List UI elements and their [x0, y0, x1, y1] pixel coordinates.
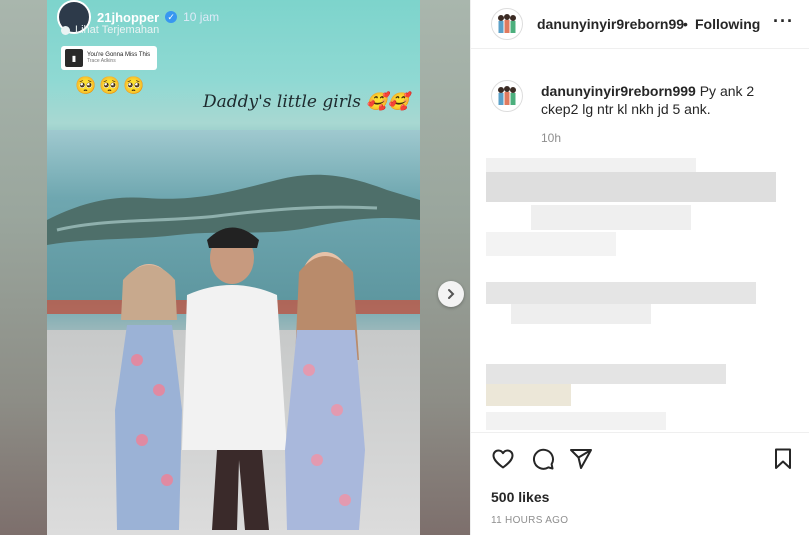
separator-dot: •	[683, 16, 688, 32]
more-icon[interactable]: ···	[773, 12, 794, 30]
comment-username[interactable]: danunyinyir9reborn999	[541, 83, 696, 99]
post-username[interactable]: danunyinyir9reborn99	[537, 16, 684, 32]
blur-block	[486, 232, 616, 256]
post-media: 21jhopper ✓ 10 jam Lihat Terjemahan ▮ Yo…	[0, 0, 470, 535]
blur-block	[486, 412, 666, 430]
chevron-right-icon	[448, 289, 455, 299]
music-sticker: ▮ You're Gonna Miss This Trace Adkins	[61, 46, 157, 70]
comment-time: 10h	[541, 131, 562, 145]
next-media-button[interactable]	[438, 281, 464, 307]
post-sidebar: danunyinyir9reborn99 • Following ··· dan…	[470, 0, 809, 535]
story-time: 10 jam	[183, 10, 220, 24]
heart-icon[interactable]	[491, 447, 515, 471]
bookmark-icon[interactable]	[771, 447, 795, 471]
translate-icon	[61, 25, 70, 35]
story-username: 21jhopper	[97, 9, 160, 25]
avatar-figures-icon	[498, 86, 516, 105]
story-caption: Daddy's little girls 🥰🥰	[203, 92, 409, 112]
story-caption-text: Daddy's little girls	[203, 92, 361, 112]
story-emojis: 🥺🥺🥺	[75, 76, 148, 95]
blur-block	[511, 304, 651, 324]
blur-block	[486, 364, 726, 384]
blur-block	[486, 172, 776, 202]
see-translation: Lihat Terjemahan	[61, 24, 159, 36]
music-artist: Trace Adkins	[87, 58, 116, 64]
following-button[interactable]: Following	[695, 16, 760, 32]
blur-block	[486, 282, 756, 304]
post-timestamp[interactable]: 11 HOURS AGO	[491, 515, 568, 526]
comment-icon[interactable]	[531, 447, 555, 471]
family-photo	[115, 227, 365, 530]
share-icon[interactable]	[569, 447, 593, 471]
story-caption-emojis: 🥰🥰	[366, 92, 409, 112]
avatar[interactable]	[491, 8, 523, 40]
music-cover-icon: ▮	[65, 49, 83, 67]
story-screenshot-image: 21jhopper ✓ 10 jam Lihat Terjemahan ▮ Yo…	[47, 0, 420, 535]
blur-block	[486, 384, 571, 406]
verified-badge-icon: ✓	[165, 11, 178, 23]
blur-block	[531, 205, 691, 230]
comment-text: danunyinyir9reborn999 Py ank 2 ckep2 lg …	[541, 82, 791, 118]
avatar-figures-icon	[498, 14, 516, 33]
comment-avatar[interactable]	[491, 80, 523, 112]
post-actions: 500 likes 11 HOURS AGO	[471, 432, 809, 535]
see-translation-label: Lihat Terjemahan	[75, 24, 160, 36]
post-header: danunyinyir9reborn99 • Following ···	[471, 0, 809, 49]
likes-count[interactable]: 500 likes	[491, 489, 549, 505]
